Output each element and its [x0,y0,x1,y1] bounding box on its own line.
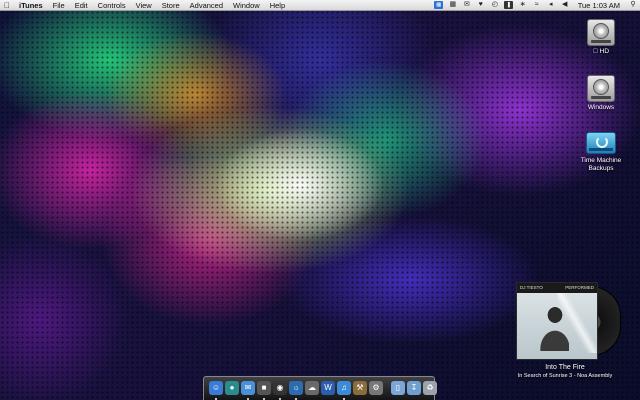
running-indicator [215,397,217,400]
dashboard-icon: ◉ [273,380,287,395]
dock-item-globe[interactable]: ☼ [289,380,303,400]
globe-icon: ☼ [289,380,303,395]
dock: ☺ ● ✉ ■ ◉ ☼ ☁ W ♫ ⚒ ⚙ ▯ ↧ ♻ [203,376,437,400]
screen-icon: ■ [257,380,271,395]
menu-controls[interactable]: Controls [93,0,131,11]
menu-bar:  iTunes File Edit Controls View Store A… [0,0,640,11]
running-indicator [279,397,281,400]
time-machine-drive-icon [586,132,616,154]
album-cover: DJ TIESTO PERFORMED [516,282,598,360]
apple-menu-icon[interactable]:  [0,1,14,10]
menu-edit[interactable]: Edit [70,0,93,11]
desktop-icon-windows[interactable]: Windows [571,75,631,112]
documents-folder-icon: ▯ [391,380,405,395]
running-indicator [343,397,345,400]
menu-file[interactable]: File [48,0,70,11]
time-machine-status-icon[interactable]: ◴ [490,1,499,9]
cover-strip: DJ TIESTO PERFORMED [517,283,597,293]
track-album-artist: In Search of Sunrise 3 - Noa Assembly [517,373,613,379]
network-icon: ☁ [305,380,319,395]
downloads-folder-icon: ↧ [407,380,421,395]
growl-icon[interactable]: ❚ [504,1,514,9]
volume-icon[interactable]: ◂ [546,1,555,9]
dock-item-network[interactable]: ☁ [305,380,319,397]
desktop-icon-time-machine[interactable]: Time Machine Backups [571,128,631,172]
dock-item-preferences[interactable]: ⚙ [369,380,383,397]
dock-item-finder[interactable]: ☺ [209,380,223,400]
status-app-icon[interactable]: ▦ [434,1,444,9]
cover-figure [535,301,569,351]
desktop-icon-label-time-machine: Time Machine Backups [580,157,622,172]
running-indicator [295,397,297,400]
dock-item-documents-folder[interactable]: ▯ [391,380,405,397]
status-menus: ▦ ▦ ✉ ♥ ◴ ❚ ∗ ≈ ◂ ◀ Tue 1:03 AM ⚲ [432,0,640,11]
app-icon: ● [225,380,239,395]
dock-item-tool[interactable]: ⚒ [353,380,367,397]
mail-status-icon[interactable]: ✉ [462,1,471,9]
menu-advanced[interactable]: Advanced [185,0,228,11]
dock-item-screen[interactable]: ■ [257,380,271,400]
menu-view[interactable]: View [131,0,157,11]
trash-icon: ♻ [423,380,437,395]
cover-artist-text: DJ TIESTO [520,285,543,290]
dock-item-mail[interactable]: ✉ [241,380,255,400]
display-icon[interactable]: ◀ [560,1,569,9]
running-indicator [247,397,249,400]
dock-item-itunes[interactable]: ♫ [337,380,351,400]
dock-item-dashboard[interactable]: ◉ [273,380,287,400]
status-grid-icon[interactable]: ▦ [448,1,457,9]
desktop-icon-label-windows: Windows [587,104,615,111]
desktop-icon-label:  [593,48,600,55]
menu-window[interactable]: Window [228,0,265,11]
track-title: Into The Fire [545,364,585,371]
dock-item-word[interactable]: W [321,380,335,397]
desktop-icon-hd[interactable]:  HD [571,19,631,56]
menu-app-itunes[interactable]: iTunes [14,0,48,11]
dock-item-trash[interactable]: ♻ [423,380,437,397]
menu-help[interactable]: Help [265,0,290,11]
preferences-icon: ⚙ [369,380,383,395]
itunes-icon: ♫ [337,380,351,395]
desktop-icon-label-hd: HD [596,48,609,55]
word-icon: W [321,380,335,395]
menu-clock[interactable]: Tue 1:03 AM [572,0,626,11]
finder-icon: ☺ [209,380,223,395]
heart-icon[interactable]: ♥ [476,1,485,9]
mail-icon: ✉ [241,380,255,395]
spotlight-search-icon[interactable]: ⚲ [629,1,638,9]
hard-drive-icon [587,19,615,46]
menu-store[interactable]: Store [157,0,185,11]
dock-item-app[interactable]: ● [225,380,239,397]
dock-item-downloads-folder[interactable]: ↧ [407,380,421,397]
hard-drive-icon [587,75,615,102]
tool-icon: ⚒ [353,380,367,395]
cover-tag-text: PERFORMED [565,285,594,290]
running-indicator [263,397,265,400]
wifi-icon[interactable]: ≈ [532,1,541,9]
bluetooth-icon[interactable]: ∗ [518,1,527,9]
